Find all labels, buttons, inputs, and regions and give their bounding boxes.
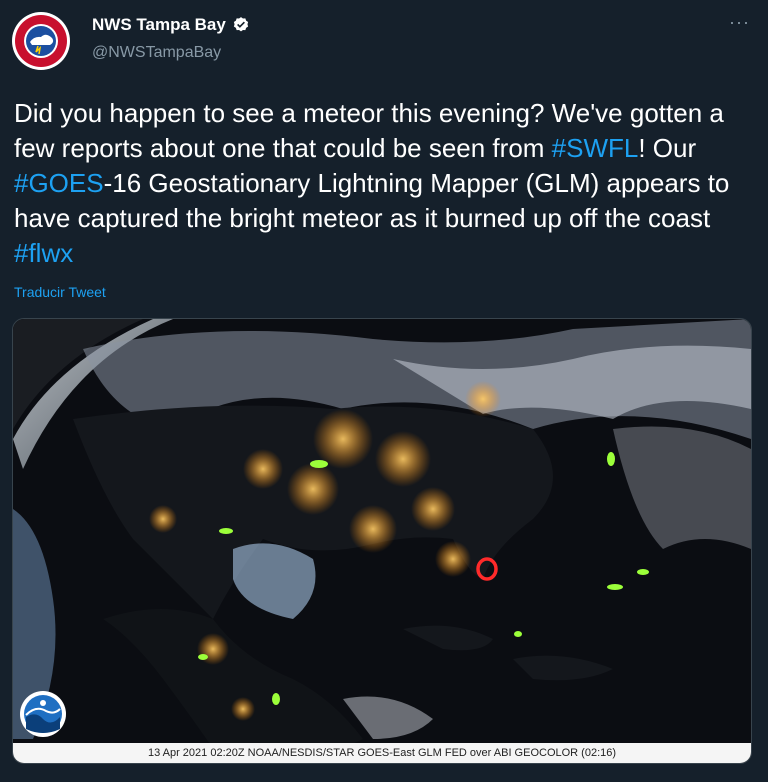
hashtag-link[interactable]: #flwx — [14, 238, 73, 268]
translate-tweet-link[interactable]: Traducir Tweet — [14, 284, 106, 300]
hashtag-link[interactable]: #SWFL — [552, 133, 639, 163]
tweet-header: NWS Tampa Bay @NWSTampaBay ··· — [0, 0, 768, 80]
image-caption: 13 Apr 2021 02:20Z NOAA/NESDIS/STAR GOES… — [147, 747, 617, 759]
tweet-text-segment: -16 Geostationary Lightning Mapper (GLM)… — [14, 168, 730, 233]
image-caption-bar: 13 Apr 2021 02:20Z NOAA/NESDIS/STAR GOES… — [13, 743, 751, 763]
avatar[interactable] — [12, 12, 70, 70]
nws-logo-icon — [13, 13, 69, 69]
noaa-logo-icon — [18, 689, 68, 739]
hashtag-link[interactable]: #GOES — [14, 168, 104, 198]
tweet-text-segment: ! Our — [638, 133, 697, 163]
display-name[interactable]: NWS Tampa Bay — [92, 15, 226, 35]
verified-badge-icon — [233, 17, 248, 32]
satellite-image — [13, 319, 751, 763]
handle[interactable]: @NWSTampaBay — [92, 44, 221, 62]
tweet-text: Did you happen to see a meteor this even… — [14, 96, 754, 271]
tweet-media-image[interactable]: 13 Apr 2021 02:20Z NOAA/NESDIS/STAR GOES… — [12, 318, 752, 764]
more-options-icon[interactable]: ··· — [729, 12, 750, 33]
